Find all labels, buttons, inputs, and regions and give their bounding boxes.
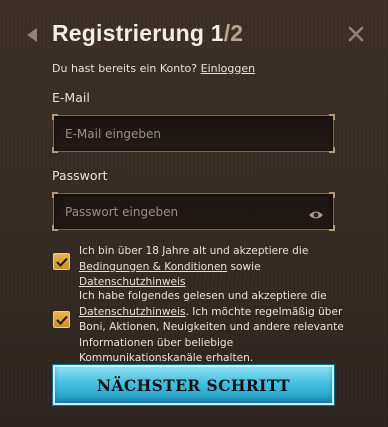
step-current: 1	[210, 20, 224, 46]
password-label: Passwort	[52, 168, 108, 183]
marketing-consent-checkbox[interactable]	[53, 311, 70, 328]
page-title: Registrierung 1/2	[52, 20, 243, 47]
password-field-frame	[52, 192, 335, 231]
age-consent-middle: sowie	[230, 260, 261, 273]
next-step-button[interactable]: NÄCHSTER SCHRITT	[53, 365, 334, 405]
login-prompt-text: Du hast bereits ein Konto?	[52, 62, 198, 75]
eye-icon[interactable]	[308, 206, 324, 219]
close-icon[interactable]	[347, 25, 365, 43]
next-step-label: NÄCHSTER SCHRITT	[96, 375, 291, 395]
login-prompt: Du hast bereits ein Konto? Einloggen	[52, 62, 255, 75]
email-field-frame	[52, 114, 335, 153]
header: Registrierung 1/2	[0, 18, 388, 52]
checkmark-icon	[56, 257, 68, 267]
age-consent-text: Ich bin über 18 Jahre alt und akzeptiere…	[79, 244, 344, 291]
age-consent-intro: Ich bin über 18 Jahre alt und akzeptiere…	[79, 245, 309, 257]
login-link[interactable]: Einloggen	[201, 62, 255, 75]
registration-panel: Registrierung 1/2 Du hast bereits ein Ko…	[0, 0, 388, 427]
password-field[interactable]	[54, 194, 333, 229]
terms-link[interactable]: Bedingungen & Konditionen	[79, 261, 227, 273]
back-arrow-icon[interactable]	[25, 27, 39, 43]
privacy-link-age[interactable]: Datenschutzhinweis	[79, 276, 186, 288]
checkmark-icon	[56, 315, 68, 325]
email-label: E-Mail	[52, 90, 90, 105]
marketing-consent-text: Ich habe folgendes gelesen und akzeptier…	[79, 289, 344, 367]
privacy-link-marketing[interactable]: Datenschutzhinweis	[79, 306, 186, 318]
title-text: Registrierung	[52, 20, 205, 46]
marketing-consent-intro: Ich habe folgendes gelesen und akzeptier…	[79, 290, 327, 302]
email-field[interactable]	[54, 116, 333, 151]
step-total: /2	[223, 20, 244, 46]
age-consent-checkbox[interactable]	[53, 253, 70, 270]
